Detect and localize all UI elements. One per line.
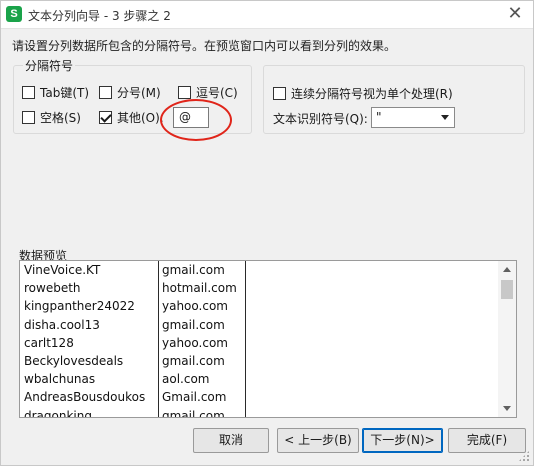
previous-step-button[interactable]: < 上一步(B) xyxy=(277,428,359,453)
text-qualifier-value: " xyxy=(376,110,382,124)
text-qualifier-label: 文本识别符号(Q): xyxy=(273,112,368,126)
close-icon[interactable]: ✕ xyxy=(501,3,529,25)
checkbox-box xyxy=(22,111,35,124)
comma-checkbox[interactable]: 逗号(C) xyxy=(178,84,238,101)
other-checkbox-label: 其他(O): xyxy=(117,111,164,125)
preview-cell: disha.cool13 xyxy=(24,317,100,332)
other-checkbox[interactable]: 其他(O): xyxy=(99,109,164,126)
finish-button[interactable]: 完成(F) xyxy=(448,428,526,453)
preview-column-2: gmail.com hotmail.com yahoo.com gmail.co… xyxy=(160,261,246,417)
consecutive-delimiters-label: 连续分隔符号视为单个处理(R) xyxy=(291,87,453,101)
preview-cell: yahoo.com xyxy=(162,299,228,314)
semicolon-checkbox-label: 分号(M) xyxy=(117,86,161,100)
text-qualifier-select[interactable]: " xyxy=(371,107,455,128)
next-step-button[interactable]: 下一步(N)> xyxy=(362,428,443,453)
cancel-button[interactable]: 取消 xyxy=(193,428,269,453)
wps-sheet-icon: S xyxy=(6,6,22,22)
checkbox-box xyxy=(99,86,112,99)
semicolon-checkbox[interactable]: 分号(M) xyxy=(99,84,161,101)
chevron-down-icon xyxy=(441,115,449,120)
preview-cell: AndreasBousdoukos xyxy=(24,390,146,405)
preview-vertical-scrollbar[interactable] xyxy=(498,261,516,417)
window-title: 文本分列向导 - 3 步骤之 2 xyxy=(28,9,171,23)
title-bar: S 文本分列向导 - 3 步骤之 2 ✕ xyxy=(1,1,533,29)
checkbox-box xyxy=(22,86,35,99)
preview-cell: gmail.com xyxy=(162,263,225,277)
tab-checkbox[interactable]: Tab键(T) xyxy=(22,84,89,101)
checkbox-box-checked xyxy=(99,111,112,124)
space-checkbox[interactable]: 空格(S) xyxy=(22,109,81,126)
preview-column-1: VineVoice.KT rowebeth kingpanther24022 d… xyxy=(20,261,159,417)
preview-cell: VineVoice.KT xyxy=(24,263,101,277)
preview-cell: Beckylovesdeals xyxy=(24,353,124,368)
preview-cell: hotmail.com xyxy=(162,281,237,296)
preview-cell: gmail.com xyxy=(162,408,225,418)
text-to-columns-dialog: S 文本分列向导 - 3 步骤之 2 ✕ 请设置分列数据所包含的分隔符号。在预览… xyxy=(0,0,534,466)
checkbox-box xyxy=(178,86,191,99)
delimiters-group-label: 分隔符号 xyxy=(23,57,76,74)
scroll-down-icon[interactable] xyxy=(503,406,511,411)
preview-cell: Gmail.com xyxy=(162,390,227,405)
preview-cell: gmail.com xyxy=(162,353,225,368)
preview-cell: wbalchunas xyxy=(24,372,96,387)
checkbox-box xyxy=(273,87,286,100)
annotation-circle xyxy=(160,99,232,141)
preview-cell: carlt128 xyxy=(24,335,74,350)
data-preview-pane[interactable]: VineVoice.KT rowebeth kingpanther24022 d… xyxy=(19,260,517,418)
tab-checkbox-label: Tab键(T) xyxy=(40,86,90,100)
preview-cell: kingpanther24022 xyxy=(24,299,135,314)
consecutive-delimiters-checkbox[interactable]: 连续分隔符号视为单个处理(R) xyxy=(273,85,453,102)
preview-cell: rowebeth xyxy=(24,281,81,296)
scroll-up-icon[interactable] xyxy=(503,267,511,272)
preview-cell: yahoo.com xyxy=(162,335,228,350)
preview-cell: gmail.com xyxy=(162,317,225,332)
preview-cell: dragonking xyxy=(24,408,92,418)
instruction-text: 请设置分列数据所包含的分隔符号。在预览窗口内可以看到分列的效果。 xyxy=(12,39,397,53)
space-checkbox-label: 空格(S) xyxy=(40,111,81,125)
preview-cell: aol.com xyxy=(162,372,210,387)
scrollbar-thumb[interactable] xyxy=(501,280,513,299)
